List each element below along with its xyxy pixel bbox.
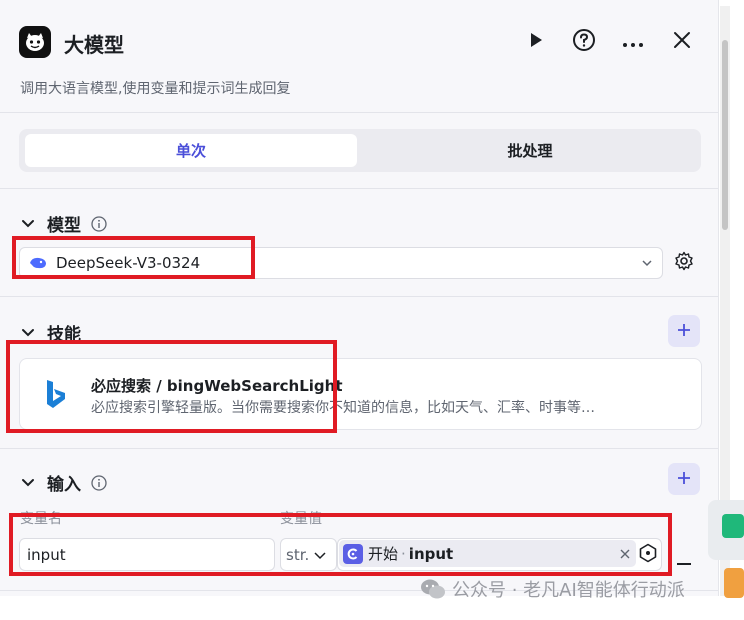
bing-icon: [45, 379, 67, 413]
side-app-icon: [722, 514, 744, 538]
divider: [0, 296, 718, 297]
divider: [0, 112, 718, 113]
model-select[interactable]: DeepSeek-V3-0324: [19, 247, 663, 279]
info-icon[interactable]: [91, 215, 107, 232]
input-section-title: 输入: [47, 475, 81, 495]
plus-icon: [677, 322, 691, 341]
node-config-panel: 大模型 调用大语言模型,使用变量和提示词生成回复 单次 批处理 模型 DeepS…: [0, 0, 719, 596]
start-node-icon: [343, 543, 363, 564]
more-icon: [622, 33, 644, 52]
side-app-icon: [724, 568, 744, 598]
tab-batch[interactable]: 批处理: [365, 134, 695, 167]
more-button[interactable]: [617, 26, 649, 58]
remove-row-button[interactable]: [676, 551, 692, 570]
ref-variable-name: input: [408, 544, 454, 563]
close-button[interactable]: [666, 26, 698, 58]
help-button[interactable]: [568, 26, 600, 58]
help-icon: [572, 28, 596, 56]
chevron-down-icon: [313, 548, 327, 562]
add-input-button[interactable]: [668, 463, 700, 495]
input-section-header[interactable]: 输入: [19, 470, 107, 495]
variable-type-value: str.: [286, 545, 310, 564]
panel-header: 大模型 调用大语言模型,使用变量和提示词生成回复: [0, 0, 718, 112]
plus-icon: [677, 470, 691, 489]
ref-node-name: 开始: [368, 545, 399, 563]
tab-single[interactable]: 单次: [25, 134, 357, 167]
variable-name-column-label: 变量名: [20, 511, 62, 527]
watermark: 公众号 · 老凡AI智能体行动派: [420, 576, 685, 602]
clear-icon[interactable]: [620, 549, 630, 559]
skills-section-header[interactable]: 技能: [19, 320, 81, 345]
variable-reference-pill[interactable]: 开始 · input: [339, 540, 636, 567]
variable-name-input[interactable]: input: [19, 538, 275, 571]
run-button[interactable]: [520, 26, 552, 58]
chevron-down-icon[interactable]: [19, 474, 37, 492]
scrollbar-thumb[interactable]: [722, 40, 728, 230]
selected-model-label: DeepSeek-V3-0324: [56, 254, 201, 272]
close-icon: [673, 31, 691, 53]
watermark-text: 公众号 · 老凡AI智能体行动派: [452, 580, 685, 601]
info-icon[interactable]: [91, 474, 107, 491]
add-skill-button[interactable]: [668, 315, 700, 347]
skill-card[interactable]: 必应搜索 / bingWebSearchLight 必应搜索引擎轻量版。当你需要…: [19, 358, 702, 430]
model-section-header[interactable]: 模型: [19, 211, 107, 236]
chevron-down-icon[interactable]: [19, 215, 37, 233]
divider: [0, 188, 718, 189]
chevron-down-icon[interactable]: [19, 324, 37, 342]
model-settings-button[interactable]: [668, 247, 700, 279]
page-title: 大模型: [64, 33, 124, 57]
minus-icon: [676, 551, 692, 570]
deepseek-whale-icon: [28, 255, 48, 271]
variable-value-column-label: 变量值: [280, 511, 322, 527]
ref-separator: ·: [401, 544, 406, 563]
mode-tabs: 单次 批处理: [19, 129, 701, 172]
variable-type-select[interactable]: str.: [280, 538, 337, 571]
app-logo-icon: [19, 26, 51, 58]
node-description: 调用大语言模型,使用变量和提示词生成回复: [20, 81, 291, 97]
skills-section-title: 技能: [47, 325, 81, 345]
settings-gear-icon: [674, 251, 694, 275]
play-icon: [527, 31, 545, 53]
variable-name-value: input: [27, 545, 66, 564]
variable-picker-icon[interactable]: [638, 543, 658, 563]
chevron-down-icon[interactable]: [640, 256, 654, 270]
model-section-title: 模型: [47, 216, 81, 236]
divider: [0, 448, 718, 449]
skill-name: 必应搜索 / bingWebSearchLight: [91, 377, 343, 395]
skill-description: 必应搜索引擎轻量版。当你需要搜索你不知道的信息，比如天气、汇率、时事等…: [91, 400, 595, 416]
wechat-icon: [420, 578, 446, 600]
